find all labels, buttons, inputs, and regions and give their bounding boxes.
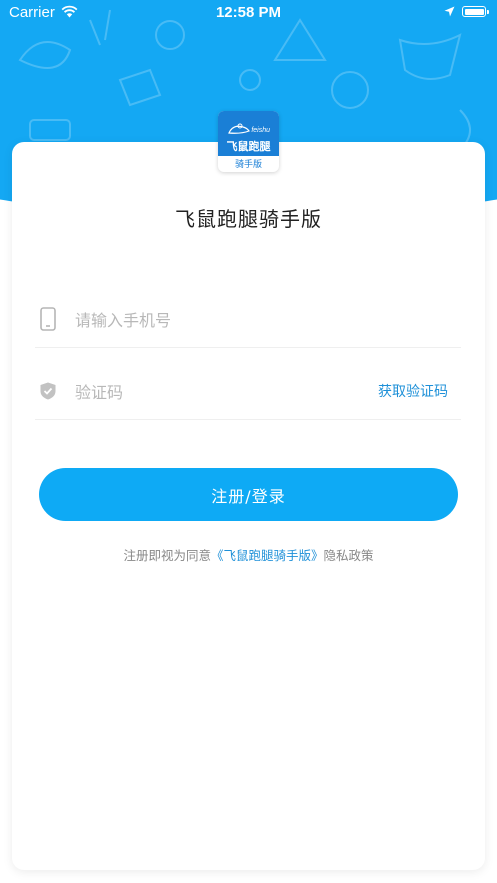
app-logo: feishu 飞鼠跑腿 骑手版 xyxy=(218,111,279,172)
phone-icon xyxy=(40,307,56,331)
get-code-button[interactable]: 获取验证码 xyxy=(378,381,448,401)
register-login-button[interactable]: 注册/登录 xyxy=(39,468,458,521)
logo-caption: 骑手版 xyxy=(234,160,262,170)
phone-input[interactable] xyxy=(73,305,377,335)
logo-subtitle: feishu xyxy=(251,127,270,134)
verification-code-input[interactable] xyxy=(73,377,377,407)
agreement-prefix: 注册即视为同意 xyxy=(123,548,211,563)
phone-field xyxy=(35,291,461,348)
battery-icon xyxy=(462,6,489,17)
app-title: 飞鼠跑腿骑手版 xyxy=(175,207,322,231)
login-screen: Carrier 12:58 PM feishu 飞鼠跑腿 骑手版 飞鼠跑腿骑手版 xyxy=(0,0,497,883)
status-bar: Carrier 12:58 PM xyxy=(0,0,497,26)
clock: 12:58 PM xyxy=(215,4,282,21)
code-field: 获取验证码 xyxy=(35,363,461,420)
logo-name: 飞鼠跑腿 xyxy=(226,140,271,153)
agreement-link[interactable]: 《飞鼠跑腿骑手版》 xyxy=(211,548,324,563)
agreement-text: 注册即视为同意《飞鼠跑腿骑手版》隐私政策 xyxy=(0,545,497,564)
location-icon xyxy=(444,6,455,17)
shield-icon xyxy=(40,382,56,400)
agreement-suffix: 隐私政策 xyxy=(323,548,374,563)
